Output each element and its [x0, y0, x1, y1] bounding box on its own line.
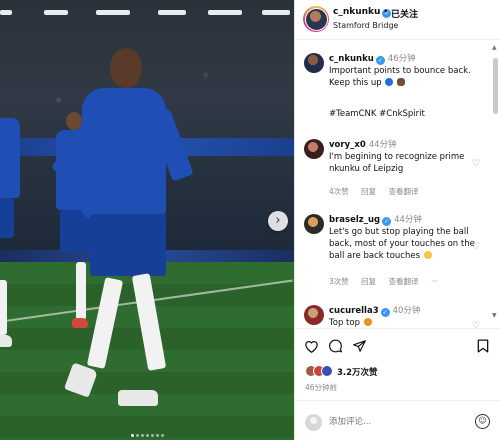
next-photo-button[interactable]: › [268, 211, 288, 231]
post-photo[interactable]: › [0, 0, 294, 440]
caption-time: 46分钟 [387, 54, 416, 64]
separator-dot: • [383, 7, 389, 17]
comment-meta: 4次赞 回复 查看翻译 [329, 186, 429, 197]
bookmark-icon[interactable] [477, 339, 489, 356]
post-header: c_nkunku ✓ • 已关注 Stamford Bridge [295, 0, 500, 40]
avatar[interactable] [304, 7, 328, 31]
comment-time: 44分钟 [394, 215, 422, 225]
comment-text: Let's go but stop playing the ball back,… [329, 227, 475, 261]
verified-badge-icon: ✓ [382, 217, 392, 226]
comment-time: 44分钟 [368, 140, 397, 150]
comment-avatar[interactable] [304, 139, 324, 159]
reply-button[interactable]: 回复 [361, 277, 376, 286]
comment-username[interactable]: cucurella3 [329, 306, 379, 316]
caption-hashtags[interactable]: #TeamCNK #CnkSpirit [329, 108, 479, 120]
post-caption: c_nkunku ✓ 46分钟 Important points to bounce… [295, 53, 491, 123]
more-options-icon[interactable]: ··· [431, 277, 438, 286]
comment-item: braselz_ug ✓ 44分钟 Let's go but stop playin… [295, 214, 491, 292]
post-actions: 3.2万次赞 46分钟前 [295, 328, 500, 398]
paper-plane-icon[interactable] [352, 339, 367, 356]
scroll-down-arrow-icon[interactable]: ▼ [492, 312, 497, 319]
reply-button[interactable]: 回复 [361, 187, 376, 196]
stadium-lights [0, 10, 294, 16]
comment-username[interactable]: vory_x0 [329, 140, 366, 150]
caption-avatar[interactable] [304, 53, 324, 73]
comment-text: I'm begining to recognize prime nkunku o… [329, 152, 465, 174]
translate-button[interactable]: 查看翻译 [389, 277, 419, 286]
smiley-icon[interactable]: ☺ [475, 414, 490, 429]
player-celebrating [50, 48, 194, 418]
comments-scrollbar[interactable] [493, 58, 498, 114]
comment-meta: 3次赞 回复 查看翻译 ··· [329, 276, 448, 287]
carousel-dots [0, 430, 294, 440]
grin-emoji-icon [423, 251, 432, 259]
verified-badge-icon: ✓ [375, 56, 385, 65]
add-comment-input[interactable] [329, 414, 469, 430]
caption-username[interactable]: c_nkunku [329, 54, 374, 64]
comment-text: Top top [329, 318, 360, 328]
comment-avatar[interactable] [304, 305, 324, 325]
fist-emoji-icon [397, 78, 406, 86]
comment-likes[interactable]: 4次赞 [329, 187, 349, 196]
verified-badge-icon: ✓ [380, 308, 390, 317]
comment-like-heart-icon[interactable]: ♡ [472, 159, 480, 169]
comment-avatar[interactable] [304, 214, 324, 234]
likes-count[interactable]: 3.2万次赞 [337, 366, 378, 378]
comment-like-heart-icon[interactable]: ♡ [472, 242, 480, 252]
comment-likes[interactable]: 3次赞 [329, 277, 349, 286]
liker-avatar [321, 365, 333, 377]
player-left-edge [0, 110, 32, 370]
blue-circle-emoji-icon [385, 78, 394, 86]
scroll-up-arrow-icon[interactable]: ▲ [492, 44, 497, 51]
comment-item: vory_x0 44分钟 I'm begining to recognize pr… [295, 139, 491, 201]
comments-list: c_nkunku ✓ 46分钟 Important points to bounce… [295, 40, 491, 328]
current-user-avatar [305, 414, 322, 431]
comment-bubble-icon[interactable] [328, 339, 343, 356]
add-comment-bar: ☺ [295, 400, 500, 440]
posted-time[interactable]: 46分钟前 [305, 382, 337, 393]
comment-like-heart-icon[interactable]: ♡ [472, 321, 480, 328]
translate-button[interactable]: 查看翻译 [389, 187, 419, 196]
heart-icon[interactable] [304, 339, 319, 356]
post-location[interactable]: Stamford Bridge [333, 21, 398, 30]
flame-emoji-icon [363, 318, 372, 326]
comment-username[interactable]: braselz_ug [329, 215, 380, 225]
post-sidebar: c_nkunku ✓ • 已关注 Stamford Bridge ▲ ▼ c_nk… [294, 0, 500, 440]
comment-time: 40分钟 [392, 306, 421, 316]
following-button[interactable]: 已关注 [391, 7, 418, 20]
comment-item: cucurella3 ✓ 40分钟 Top top ♡ [295, 305, 491, 328]
